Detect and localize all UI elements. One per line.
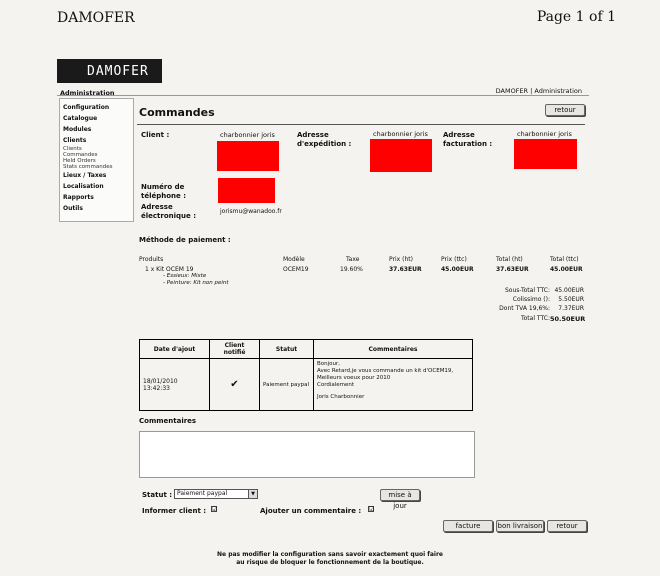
history-comment-line: Avec Retard,je vous commande un kit d'OC… xyxy=(317,368,454,374)
history-col-date: Date d'ajout xyxy=(139,339,210,359)
add-comment-checkbox[interactable]: ☑ xyxy=(368,505,374,513)
email-label-2: électronique : xyxy=(141,212,197,220)
history-col-comments: Commentaires xyxy=(313,339,473,359)
table-header-row: Date d'ajout Client notifié Statut Comme… xyxy=(139,339,473,359)
retour-bottom-button[interactable]: retour xyxy=(547,520,587,532)
product-tax: 19.60% xyxy=(340,266,363,273)
sidebar-item-localisation[interactable]: Localisation xyxy=(63,181,130,192)
retour-top-button[interactable]: retour xyxy=(545,104,585,116)
update-status-button[interactable]: mise à jour xyxy=(380,489,420,510)
history-status: Paiement paypal xyxy=(259,358,314,411)
shipping-label-2: d'expédition : xyxy=(297,140,352,148)
check-icon: ☑ xyxy=(368,506,375,513)
history-col-notified: Client notifié xyxy=(209,339,260,359)
shipping-cost-value: 5.50EUR xyxy=(558,296,584,303)
history-col-status: Statut xyxy=(259,339,314,359)
sidebar-item-outils[interactable]: Outils xyxy=(63,203,130,214)
total-label: Total TTC: xyxy=(520,315,550,322)
invoice-button[interactable]: facture xyxy=(443,520,493,532)
redacted-billing-address xyxy=(514,139,577,169)
redacted-client-address xyxy=(217,141,279,171)
subtotal-value: 45.00EUR xyxy=(554,287,584,294)
product-price-ttc: 45.00EUR xyxy=(441,266,474,273)
top-nav-shop[interactable]: DAMOFER xyxy=(496,87,528,95)
phone-label-1: Numéro de xyxy=(141,183,185,191)
shipping-cost-label: Colissimo (): xyxy=(512,296,550,303)
notify-client-label: Informer client : xyxy=(142,507,207,515)
col-total-ht: Total (ht) xyxy=(496,256,523,263)
client-label: Client : xyxy=(141,131,170,139)
top-nav-admin[interactable]: Administration xyxy=(534,87,582,95)
header-divider xyxy=(57,95,589,96)
vat-value: 7.37EUR xyxy=(558,305,584,312)
page-title: Commandes xyxy=(139,106,215,119)
sidebar-item-modules[interactable]: Modules xyxy=(63,124,130,135)
delivery-slip-button[interactable]: bon livraison xyxy=(496,520,544,532)
col-modele: Modèle xyxy=(283,256,305,263)
sidebar-item-rapports[interactable]: Rapports xyxy=(63,192,130,203)
history-comment: Bonjour, Avec Retard,je vous commande un… xyxy=(313,358,473,411)
order-totals: Sous-Total TTC: 45.00EUR Colissimo (): 5… xyxy=(0,287,660,327)
status-select-value: Paiement paypal xyxy=(177,490,228,497)
client-name: charbonnier joris xyxy=(220,131,275,139)
table-row: 18/01/2010 13:42:33 ✔ Paiement paypal Bo… xyxy=(139,358,473,411)
chevron-down-icon: ▼ xyxy=(248,490,257,498)
redacted-shipping-address xyxy=(370,139,432,172)
products-header: Produits Modèle Taxe Prix (ht) Prix (ttc… xyxy=(0,256,660,266)
title-divider xyxy=(137,124,585,125)
subtotal-label: Sous-Total TTC: xyxy=(504,287,550,294)
col-produits: Produits xyxy=(139,256,164,263)
footer-warning: Ne pas modifier la configuration sans sa… xyxy=(200,551,460,567)
billing-name: charbonnier joris xyxy=(517,130,572,138)
check-icon: ☑ xyxy=(211,506,218,513)
history-date: 18/01/2010 13:42:33 xyxy=(139,358,210,411)
product-total-ht: 37.63EUR xyxy=(496,266,529,273)
payment-method-label: Méthode de paiement : xyxy=(139,236,231,244)
product-price-ht: 37.63EUR xyxy=(389,266,422,273)
comment-textarea[interactable] xyxy=(139,431,475,478)
top-nav-separator: | xyxy=(530,87,533,95)
shipping-label-1: Adresse xyxy=(297,131,329,139)
email-label-1: Adresse xyxy=(141,203,173,211)
status-select[interactable]: Paiement paypal ▼ xyxy=(174,489,258,499)
col-total-ttc: Total (ttc) xyxy=(550,256,579,263)
logo: DAMOFER xyxy=(57,59,162,83)
col-prix-ht: Prix (ht) xyxy=(389,256,413,263)
status-label: Statut : xyxy=(142,491,173,499)
email-value[interactable]: jorismu@wanadoo.fr xyxy=(220,208,282,215)
check-icon: ✔ xyxy=(209,358,260,411)
history-comment-line: Meilleurs voeux pour 2010 xyxy=(317,375,391,381)
history-comment-line: Joris Charbonnier xyxy=(317,394,365,400)
comments-title: Commentaires xyxy=(139,417,197,425)
top-nav: DAMOFER | Administration xyxy=(496,87,582,95)
document-title: DAMOFER xyxy=(57,10,135,26)
footer-line-2: au risque de bloquer le fonctionnement d… xyxy=(236,559,424,566)
product-total-ttc: 45.00EUR xyxy=(550,266,583,273)
add-comment-label: Ajouter un commentaire : xyxy=(260,507,362,515)
history-comment-line: Cordialement xyxy=(317,382,355,388)
page-number: Page 1 of 1 xyxy=(536,9,616,25)
col-prix-ttc: Prix (ttc) xyxy=(441,256,467,263)
billing-label-1: Adresse xyxy=(443,131,475,139)
sidebar-item-clients[interactable]: Clients xyxy=(63,135,130,146)
product-attr-peinture: - Peinture: Kit non peint xyxy=(163,280,229,286)
billing-label-2: facturation : xyxy=(443,140,493,148)
vat-label: Dont TVA 19,6%: xyxy=(499,305,550,312)
sidebar-item-lieux-taxes[interactable]: Lieux / Taxes xyxy=(63,170,130,181)
col-taxe: Taxe xyxy=(346,256,360,263)
sidebar-item-configuration[interactable]: Configuration xyxy=(63,102,130,113)
product-attr-essieux: - Essieux: Mixte xyxy=(163,273,207,279)
product-name: 1 x Kit OCEM 19 xyxy=(145,266,194,273)
phone-label-2: téléphone : xyxy=(141,192,187,200)
sidebar-item-catalogue[interactable]: Catalogue xyxy=(63,113,130,124)
product-model: OCEM19 xyxy=(283,266,309,273)
status-history-table: Date d'ajout Client notifié Statut Comme… xyxy=(139,339,473,411)
history-comment-line: Bonjour, xyxy=(317,361,341,367)
redacted-phone xyxy=(218,178,275,203)
notify-client-checkbox[interactable]: ☑ xyxy=(211,505,217,513)
footer-line-1: Ne pas modifier la configuration sans sa… xyxy=(217,551,443,558)
shipping-name: charbonnier joris xyxy=(373,130,428,138)
sidebar: Configuration Catalogue Modules Clients … xyxy=(59,98,134,222)
total-value: 50.50EUR xyxy=(550,315,586,323)
